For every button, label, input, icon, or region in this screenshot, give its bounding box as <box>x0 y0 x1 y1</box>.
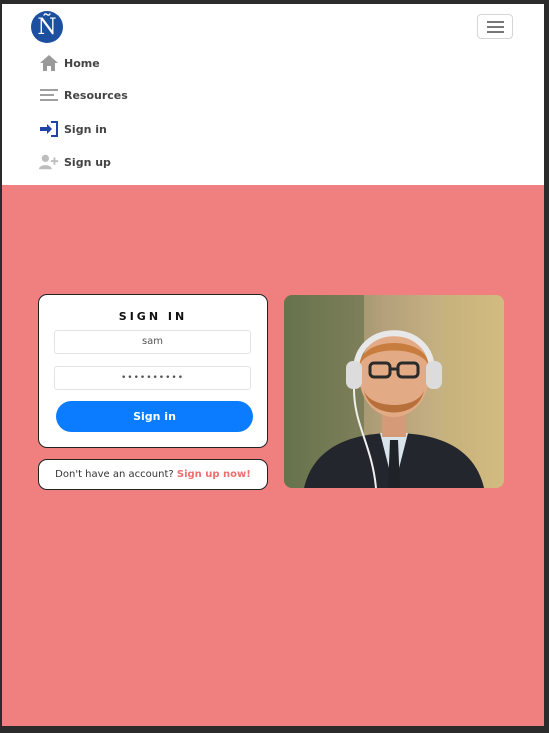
nav-item-home[interactable]: Home <box>39 52 100 74</box>
hamburger-line <box>487 31 504 33</box>
page: Ñ Home Resources Sign in Sign up SIGN IN… <box>2 4 544 726</box>
signin-card: SIGN IN sam •••••••••• Sign in <box>38 294 268 448</box>
nav-item-resources[interactable]: Resources <box>39 84 128 106</box>
sign-in-button[interactable]: Sign in <box>56 401 253 432</box>
person-photo <box>284 295 504 488</box>
signup-prompt-card: Don't have an account? Sign up now! <box>38 459 268 490</box>
nav-item-label: Resources <box>64 88 128 102</box>
brand-logo[interactable]: Ñ <box>31 11 63 43</box>
home-icon <box>39 53 59 73</box>
username-input[interactable]: sam <box>54 330 251 354</box>
hamburger-line <box>487 21 504 23</box>
menu-toggle-button[interactable] <box>477 14 513 39</box>
signin-title: SIGN IN <box>118 310 188 323</box>
nav-item-label: Sign in <box>64 122 107 136</box>
hamburger-line <box>487 26 504 28</box>
nav-item-sign-up[interactable]: Sign up <box>39 151 111 173</box>
nav-item-label: Home <box>64 56 100 70</box>
nav-item-label: Sign up <box>64 155 111 169</box>
list-icon <box>39 85 59 105</box>
navbar: Ñ Home Resources Sign in Sign up <box>2 4 544 185</box>
nav-item-sign-in[interactable]: Sign in <box>39 118 107 140</box>
password-input[interactable]: •••••••••• <box>54 366 251 390</box>
user-plus-icon <box>39 152 59 172</box>
signup-link[interactable]: Sign up now! <box>177 469 251 480</box>
sign-in-icon <box>39 119 59 139</box>
signup-prompt-text: Don't have an account? <box>55 469 174 480</box>
logo-letter: Ñ <box>37 14 57 40</box>
